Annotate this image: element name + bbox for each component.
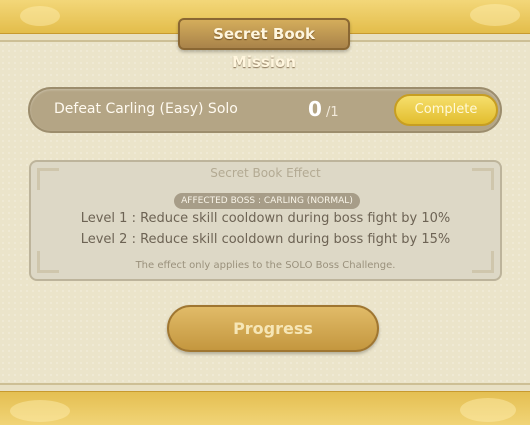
bottom-decorative-band: [0, 383, 530, 425]
mission-label: Defeat Carling (Easy) Solo: [54, 101, 238, 117]
mission-panel: Secret Book Mission Defeat Carling (Easy…: [0, 0, 530, 425]
effect-note: The effect only applies to the SOLO Boss…: [135, 260, 396, 271]
affected-boss-badge: AFFECTED BOSS : CARLING (NORMAL): [174, 193, 360, 209]
mission-progress-count: 0: [308, 97, 322, 121]
mission-objective-bar: Defeat Carling (Easy) Solo 0 /1 Complete: [28, 87, 502, 133]
page-title: Secret Book Mission: [178, 18, 350, 71]
progress-button[interactable]: Progress: [167, 305, 379, 352]
complete-button[interactable]: Complete: [394, 94, 498, 126]
mission-progress-total: /1: [326, 105, 339, 120]
effect-title: Secret Book Effect: [210, 166, 321, 180]
secret-book-effect-box: Secret Book Effect AFFECTED BOSS : CARLI…: [29, 160, 502, 281]
effect-level-2: Level 2 : Reduce skill cooldown during b…: [80, 232, 451, 247]
effect-level-1: Level 1 : Reduce skill cooldown during b…: [80, 211, 451, 226]
